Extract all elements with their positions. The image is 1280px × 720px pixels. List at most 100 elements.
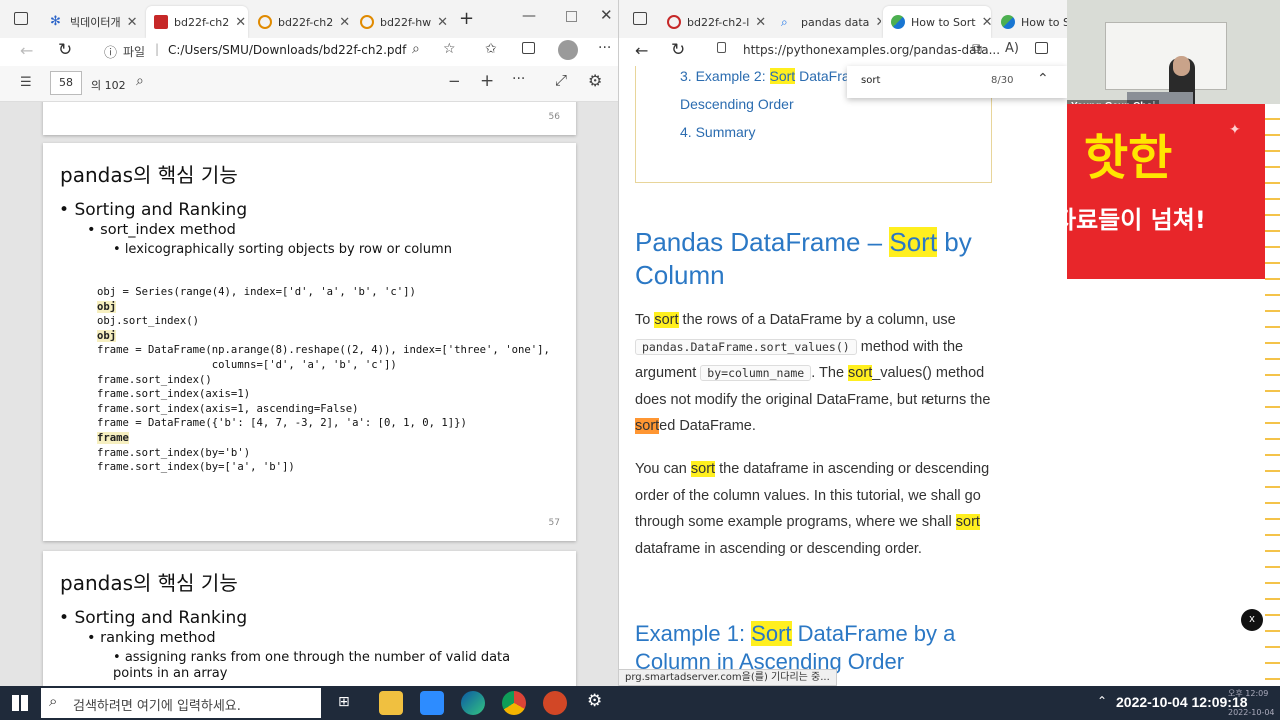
window-close-icon[interactable]: ✕: [600, 6, 613, 24]
chrome-icon[interactable]: [502, 691, 526, 715]
taskbar-clock-date: 2022-10-04: [1228, 708, 1275, 717]
pdf-page-56: 56: [43, 102, 576, 135]
toc-item-4[interactable]: 4. Summary: [680, 124, 755, 140]
windows-start-icon[interactable]: [12, 695, 28, 711]
toc-item-3[interactable]: 3. Example 2: Sort DataFrame: [680, 68, 869, 84]
file-explorer-icon[interactable]: [379, 691, 403, 715]
pdf-toolbar: ☰ 58 의 102 ⌕ − + ··· ⤢ ⚙: [0, 66, 618, 102]
tab-actions-icon[interactable]: [14, 12, 28, 25]
find-icon[interactable]: ⧉: [972, 41, 982, 57]
left-address-bar: ← ↻ ⓘ 파일 | C:/Users/SMU/Downloads/bd22f-…: [0, 38, 618, 66]
settings-icon[interactable]: ⚙: [588, 71, 602, 90]
more-icon[interactable]: ···: [598, 40, 611, 56]
tab-label: bd22f-ch2: [278, 15, 334, 29]
ad-headline: 핫한: [1084, 130, 1173, 186]
code-line: frame.sort_index(axis=1, ascending=False…: [97, 402, 359, 415]
close-icon[interactable]: ✕: [431, 15, 448, 30]
find-previous-icon[interactable]: ⌃: [1037, 71, 1049, 87]
powerpoint-icon[interactable]: [543, 691, 567, 715]
address-url[interactable]: https://pythonexamples.org/pandas-data..…: [743, 43, 1000, 57]
avatar[interactable]: [558, 40, 578, 60]
example-heading: Example 1: Sort DataFrame by a Column in …: [635, 621, 956, 674]
bullet-level-3: • assigning ranks from one through the n…: [113, 650, 511, 681]
address-url[interactable]: C:/Users/SMU/Downloads/bd22f-ch2.pdf: [168, 43, 406, 57]
fit-page-icon[interactable]: ⤢: [555, 71, 567, 89]
zoom-icon[interactable]: ⌕: [412, 41, 420, 57]
close-icon[interactable]: ✕: [229, 15, 246, 30]
code-line: columns=['d', 'a', 'b', 'c']): [97, 358, 397, 371]
table-of-contents-icon[interactable]: ☰: [20, 75, 32, 90]
settings-icon[interactable]: ⚙: [587, 691, 602, 711]
back-icon[interactable]: ←: [20, 41, 33, 60]
left-tab-3[interactable]: bd22f-ch2 ✕: [250, 6, 350, 38]
zoom-icon[interactable]: [420, 691, 444, 715]
immersive-reader-icon[interactable]: [1035, 42, 1048, 54]
pdf-viewer[interactable]: 56 pandas의 핵심 기능 • Sorting and Ranking •…: [0, 102, 618, 686]
right-tab-4[interactable]: How to So: [993, 6, 1067, 38]
section-heading: Pandas DataFrame – Sort by Column: [635, 227, 972, 290]
link-icon: [258, 15, 272, 29]
page-number-input[interactable]: 58: [50, 71, 82, 95]
tab-label: 빅데이터개: [70, 16, 121, 29]
code-block: obj = Series(range(4), index=['d', 'a', …: [97, 285, 550, 475]
left-tab-2[interactable]: bd22f-ch2 ✕: [146, 6, 248, 38]
slide-title: pandas의 핵심 기능: [60, 571, 238, 595]
close-ad-button[interactable]: x: [1241, 609, 1263, 631]
zoom-in-icon[interactable]: +: [480, 71, 494, 91]
collections-icon[interactable]: [522, 42, 535, 54]
right-tab-1[interactable]: bd22f-ch2-l ✕: [659, 6, 771, 38]
link-icon: [360, 15, 374, 29]
right-tab-2[interactable]: ⌕ pandas data ✕: [773, 6, 881, 38]
tray-overflow-icon[interactable]: ⌃: [1097, 694, 1107, 708]
find-on-page-box: sort 8/30 ⌃: [847, 66, 1067, 98]
code-line: frame = DataFrame(np.arange(8).reshape((…: [97, 344, 550, 357]
close-icon[interactable]: ✕: [749, 15, 766, 30]
back-icon[interactable]: ←: [635, 41, 648, 60]
close-icon[interactable]: ✕: [121, 15, 138, 30]
tab-actions-icon[interactable]: [633, 12, 647, 25]
bullet-level-1: • Sorting and Ranking: [59, 200, 248, 220]
toc-item-3-continued[interactable]: Descending Order: [680, 96, 794, 112]
pdf-page-58: pandas의 핵심 기능 • Sorting and Ranking • ra…: [43, 551, 576, 686]
find-input[interactable]: sort: [861, 75, 880, 86]
more-tools-icon[interactable]: ···: [512, 71, 525, 87]
close-icon[interactable]: ✕: [976, 15, 991, 30]
read-aloud-icon[interactable]: A): [1005, 41, 1019, 56]
code-line: obj = Series(range(4), index=['d', 'a', …: [97, 286, 416, 298]
info-icon[interactable]: ⓘ: [104, 42, 117, 61]
address-separator: |: [155, 42, 160, 56]
close-icon[interactable]: ✕: [869, 15, 881, 30]
page-number: 56: [548, 112, 560, 122]
close-icon[interactable]: ✕: [333, 15, 350, 30]
code-line: frame = DataFrame({'b': [4, 7, -3, 2], '…: [97, 417, 467, 430]
lock-icon[interactable]: [717, 42, 726, 53]
taskbar-search-box[interactable]: ⌕ 검색하려면 여기에 입력하세요.: [41, 688, 321, 718]
slide-title: pandas의 핵심 기능: [60, 163, 238, 187]
code-line: frame.sort_index(by=['a', 'b']): [97, 461, 295, 474]
favorite-add-icon[interactable]: ☆: [443, 41, 456, 57]
right-tab-3[interactable]: How to Sort ✕: [883, 6, 991, 38]
refresh-icon[interactable]: ↻: [58, 40, 72, 60]
task-view-icon[interactable]: ⊞: [338, 694, 350, 710]
link-icon: [667, 15, 681, 29]
page-number: 57: [548, 518, 560, 528]
left-tab-1[interactable]: ✻ 빅데이터개 ✕: [42, 6, 144, 38]
new-tab-icon[interactable]: +: [459, 8, 474, 29]
zoom-out-icon[interactable]: −: [448, 72, 461, 90]
ad-subline: 자료들이 넘쳐!: [1067, 206, 1206, 234]
search-icon[interactable]: ⌕: [136, 73, 144, 89]
code-line: frame: [97, 431, 129, 444]
favorites-icon[interactable]: ✩: [485, 41, 497, 57]
left-tab-4[interactable]: bd22f-hw ✕: [352, 6, 452, 38]
edge-icon[interactable]: [461, 691, 485, 715]
refresh-icon[interactable]: ↻: [671, 40, 685, 60]
whiteboard: [1105, 22, 1227, 90]
maximize-icon[interactable]: [566, 11, 577, 22]
pdf-page-57: pandas의 핵심 기능 • Sorting and Ranking • so…: [43, 143, 576, 541]
minimize-icon[interactable]: —: [522, 8, 536, 24]
tab-label: bd22f-ch2: [174, 15, 230, 29]
presenter-head: [1173, 56, 1190, 76]
article-content[interactable]: 3. Example 2: Sort DataFrame Descending …: [619, 66, 1067, 686]
ad-banner[interactable]: ✦ ✦ 핫한 자료들이 넘쳐!: [1067, 104, 1265, 279]
code-line: frame.sort_index(axis=1): [97, 388, 251, 401]
